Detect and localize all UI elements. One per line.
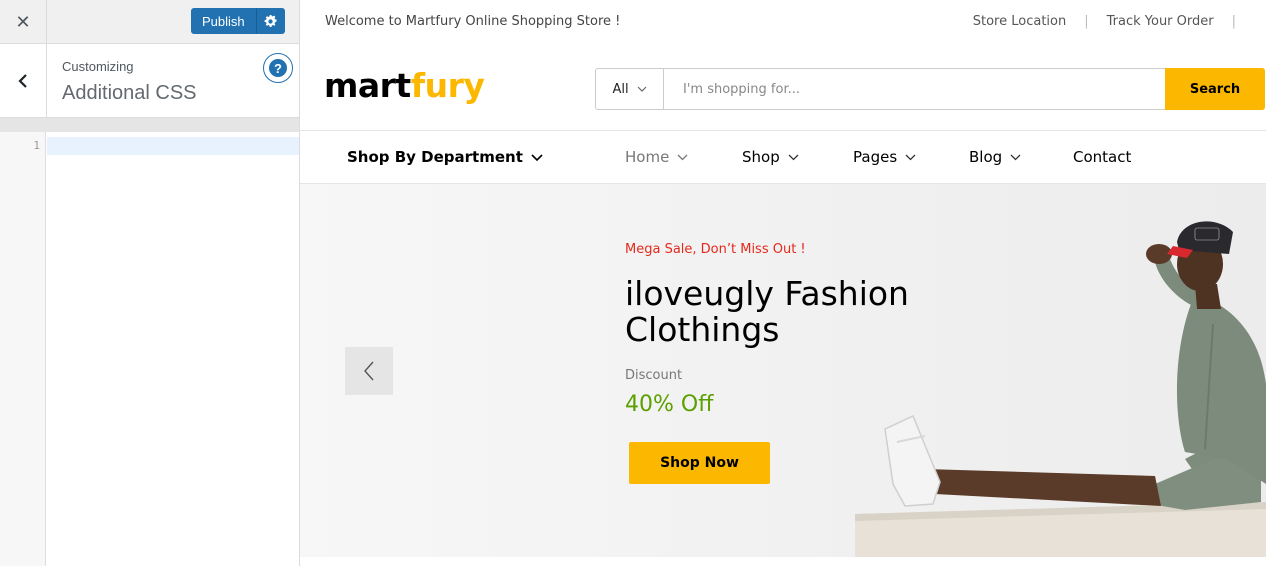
logo-part-fury: fury xyxy=(410,66,485,105)
welcome-message: Welcome to Martfury Online Shopping Stor… xyxy=(325,14,621,29)
search-category-value: All xyxy=(612,81,629,97)
slider-prev-button[interactable] xyxy=(345,347,393,395)
chevron-down-icon xyxy=(677,154,688,160)
department-label: Shop By Department xyxy=(347,148,523,166)
publish-group: Publish xyxy=(191,8,285,34)
nav-label: Contact xyxy=(1073,148,1132,166)
logo-part-mart: mart xyxy=(324,66,411,105)
chevron-left-icon xyxy=(364,361,374,381)
page-bottom-edge xyxy=(300,557,1266,566)
chevron-down-icon xyxy=(531,153,543,161)
active-code-line[interactable] xyxy=(47,137,299,155)
search-bar: All Search xyxy=(595,68,1265,110)
customizer-panel: ✕ Publish Customizing Additional CSS ? 1 xyxy=(0,0,300,566)
nav-item-blog[interactable]: Blog xyxy=(969,148,1021,166)
top-bar: Welcome to Martfury Online Shopping Stor… xyxy=(300,0,1266,44)
chevron-down-icon xyxy=(788,154,799,160)
hero-model-image xyxy=(855,221,1266,557)
help-icon: ? xyxy=(269,59,287,77)
help-button[interactable]: ? xyxy=(263,53,293,83)
customizer-header: ✕ Publish xyxy=(0,0,299,44)
nav-label: Blog xyxy=(969,148,1003,166)
close-icon: ✕ xyxy=(15,11,31,33)
chevron-down-icon xyxy=(1010,154,1021,160)
track-order-link[interactable]: Track Your Order xyxy=(1107,14,1214,29)
nav-label: Pages xyxy=(853,148,898,166)
discount-label: Discount xyxy=(625,368,683,383)
css-code-editor[interactable]: 1 xyxy=(0,132,299,566)
discount-value: 40% Off xyxy=(625,392,714,417)
customizing-label: Customizing xyxy=(62,59,134,74)
site-logo[interactable]: martfury xyxy=(324,66,485,105)
line-number: 1 xyxy=(33,139,40,152)
search-button[interactable]: Search xyxy=(1165,68,1265,110)
link-separator: | xyxy=(1084,14,1089,29)
link-separator: | xyxy=(1231,14,1236,29)
store-location-link[interactable]: Store Location xyxy=(973,14,1066,29)
site-preview: Welcome to Martfury Online Shopping Stor… xyxy=(300,0,1266,566)
shop-now-button[interactable]: Shop Now xyxy=(629,442,770,484)
hero-tagline: Mega Sale, Don’t Miss Out ! xyxy=(625,242,806,257)
line-gutter: 1 xyxy=(0,132,46,566)
main-navigation: Shop By Department Home Shop Pages Blog … xyxy=(300,130,1266,184)
gear-icon xyxy=(264,14,277,27)
chevron-down-icon xyxy=(637,86,646,92)
nav-item-pages[interactable]: Pages xyxy=(853,148,916,166)
close-customizer-button[interactable]: ✕ xyxy=(0,0,47,44)
nav-item-contact[interactable]: Contact xyxy=(1073,148,1131,166)
nav-item-home[interactable]: Home xyxy=(625,148,688,166)
nav-item-shop[interactable]: Shop xyxy=(742,148,799,166)
nav-label: Home xyxy=(625,148,670,166)
publish-settings-button[interactable] xyxy=(255,8,285,34)
back-button[interactable] xyxy=(0,44,47,117)
editor-divider xyxy=(0,118,299,132)
search-input[interactable] xyxy=(664,69,1165,109)
section-header: Customizing Additional CSS ? xyxy=(0,44,299,118)
back-arrow-icon xyxy=(18,73,27,88)
shop-by-department-menu[interactable]: Shop By Department xyxy=(347,148,543,166)
hero-banner: Mega Sale, Don’t Miss Out ! iloveugly Fa… xyxy=(300,184,1266,557)
top-links: Store Location | Track Your Order | xyxy=(973,14,1254,29)
nav-label: Shop xyxy=(742,148,780,166)
chevron-down-icon xyxy=(905,154,916,160)
publish-button[interactable]: Publish xyxy=(191,8,256,34)
search-category-select[interactable]: All xyxy=(596,69,664,109)
section-title: Additional CSS xyxy=(62,82,197,104)
